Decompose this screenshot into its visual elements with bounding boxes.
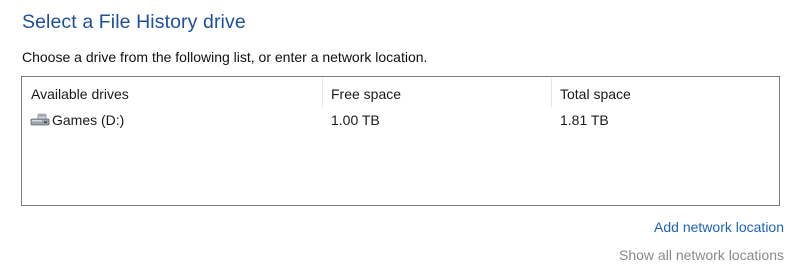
page-title: Select a File History drive — [22, 11, 246, 33]
show-all-network-locations-link[interactable]: Show all network locations — [619, 247, 784, 263]
list-header: Available drives Free space Total space — [22, 77, 779, 107]
file-history-drive-page: Select a File History drive Choose a dri… — [0, 0, 800, 278]
drive-row[interactable]: Games (D:) 1.00 TB 1.81 TB — [22, 109, 779, 131]
add-network-location-link[interactable]: Add network location — [654, 219, 784, 235]
drive-total-space: 1.81 TB — [560, 112, 609, 128]
column-header-total-space[interactable]: Total space — [560, 77, 631, 107]
column-divider[interactable] — [322, 78, 323, 107]
hard-drive-icon — [30, 113, 50, 126]
column-header-available-drives[interactable]: Available drives — [31, 77, 129, 107]
column-divider[interactable] — [551, 78, 552, 107]
drive-name: Games (D:) — [52, 112, 125, 128]
column-header-free-space[interactable]: Free space — [331, 77, 401, 107]
drive-list[interactable]: Available drives Free space Total space … — [21, 76, 780, 206]
instructions-text: Choose a drive from the following list, … — [22, 49, 428, 65]
drive-free-space: 1.00 TB — [331, 112, 380, 128]
